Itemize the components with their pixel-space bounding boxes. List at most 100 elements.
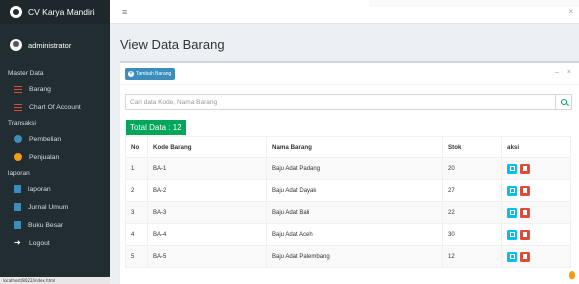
cell-nama: Baju Adat Padang	[266, 157, 443, 180]
col-header-kode: Kode Barang	[147, 136, 267, 158]
sidebar-item-barang[interactable]: Barang	[0, 80, 110, 98]
trash-icon	[523, 188, 527, 193]
delete-button[interactable]	[520, 251, 530, 262]
remove-icon[interactable]: ×	[567, 69, 571, 76]
sidebar-item-label: Jurnal Umum	[28, 203, 69, 211]
table-row: 3 BA-3 Baju Adat Bali 22	[125, 201, 571, 224]
file-icon	[14, 203, 21, 211]
cell-nama: Baju Adat Aceh	[266, 223, 443, 246]
cell-stok: 20	[442, 157, 502, 180]
trash-icon	[523, 254, 527, 259]
col-header-nama: Nama Barang	[266, 136, 443, 158]
col-header-aksi: aksi	[501, 136, 571, 158]
trash-icon	[523, 210, 527, 215]
status-url: localhost/8022/index.html	[0, 277, 110, 284]
table-header-row: No Kode Barang Nama Barang Stok aksi	[125, 136, 571, 158]
fire-icon	[569, 271, 575, 279]
data-box: + Tambah Barang – × Total Data : 12 No K…	[120, 61, 579, 284]
sidebar-item-label: Pembelian	[29, 135, 62, 143]
cell-stok: 12	[442, 245, 502, 268]
box-header: + Tambah Barang – ×	[120, 63, 579, 85]
sidebar-item-label: Chart Of Account	[29, 103, 81, 111]
cell-stok: 30	[442, 223, 502, 246]
plus-icon: +	[128, 71, 134, 77]
cell-kode: BA-1	[147, 157, 267, 180]
edit-icon	[509, 232, 515, 237]
edit-icon	[509, 166, 515, 171]
brand-logo-icon	[10, 6, 22, 18]
circle-icon	[14, 135, 22, 143]
cell-stok: 27	[442, 179, 502, 202]
cell-kode: BA-5	[147, 245, 267, 268]
cell-kode: BA-3	[147, 201, 267, 224]
edit-button[interactable]	[507, 229, 517, 240]
delete-button[interactable]	[520, 163, 530, 174]
box-tools: – ×	[555, 69, 571, 76]
cell-aksi	[501, 179, 571, 202]
edit-icon	[509, 188, 515, 193]
sidebar-item-chart-of-account[interactable]: Chart Of Account	[0, 98, 110, 116]
edit-icon	[509, 254, 515, 259]
table-row: 5 BA-5 Baju Adat Palembang 12	[125, 245, 571, 268]
cell-kode: BA-4	[147, 223, 267, 246]
edit-icon	[509, 210, 515, 215]
table-row: 2 BA-2 Baju Adat Dayak 27	[125, 179, 571, 202]
menu-toggle-icon[interactable]: ≡	[122, 7, 127, 17]
cell-nama: Baju Adat Bali	[266, 201, 443, 224]
sidebar-item-label: laporan	[28, 185, 51, 193]
section-header-laporan: laporan	[8, 169, 30, 177]
sidebar-item-logout[interactable]: ➜ Logout	[0, 234, 110, 252]
brand[interactable]: CV Karya Mandiri	[0, 0, 110, 24]
search-group	[125, 94, 572, 110]
delete-button[interactable]	[520, 229, 530, 240]
search-input[interactable]	[126, 95, 555, 109]
table-row: 4 BA-4 Baju Adat Aceh 30	[125, 223, 571, 246]
edit-button[interactable]	[507, 207, 517, 218]
edit-button[interactable]	[507, 163, 517, 174]
sidebar-item-label: Barang	[29, 85, 51, 93]
cell-aksi	[501, 157, 571, 180]
col-header-no: No	[125, 136, 148, 158]
close-icon[interactable]: ×	[568, 7, 573, 16]
grid-icon	[14, 85, 22, 93]
col-header-stok: Stok	[442, 136, 502, 158]
barang-table: No Kode Barang Nama Barang Stok aksi 1 B…	[125, 136, 571, 268]
sidebar-item-laporan[interactable]: laporan	[0, 180, 110, 198]
logout-icon: ➜	[14, 238, 21, 247]
grid-icon	[14, 103, 22, 111]
cell-nama: Baju Adat Dayak	[266, 179, 443, 202]
cell-no: 5	[125, 245, 148, 268]
collapse-icon[interactable]: –	[555, 69, 559, 76]
user-panel: administrator	[0, 24, 110, 66]
edit-button[interactable]	[507, 185, 517, 196]
delete-button[interactable]	[520, 185, 530, 196]
cell-aksi	[501, 223, 571, 246]
search-button[interactable]	[555, 95, 571, 109]
edit-button[interactable]	[507, 251, 517, 262]
user-name: administrator	[28, 40, 72, 50]
cell-no: 1	[125, 157, 148, 180]
trash-icon	[523, 166, 527, 171]
delete-button[interactable]	[520, 207, 530, 218]
file-icon	[14, 185, 21, 193]
sidebar-item-buku-besar[interactable]: Buku Besar	[0, 216, 110, 234]
sidebar-item-label: Logout	[29, 239, 50, 247]
sidebar-item-jurnal-umum[interactable]: Jurnal Umum	[0, 198, 110, 216]
section-header-master-data: Master Data	[8, 69, 44, 77]
total-data-badge: Total Data : 12	[126, 120, 186, 135]
sidebar-item-pembelian[interactable]: Pembelian	[0, 130, 110, 148]
add-barang-button[interactable]: + Tambah Barang	[125, 68, 176, 80]
sidebar-item-penjualan[interactable]: Penjualan	[0, 148, 110, 166]
top-navbar: ≡ ×	[110, 0, 579, 24]
cell-aksi	[501, 245, 571, 268]
cell-no: 4	[125, 223, 148, 246]
cell-nama: Baju Adat Palembang	[266, 245, 443, 268]
cell-aksi	[501, 201, 571, 224]
brand-name: CV Karya Mandiri	[28, 7, 95, 17]
table-row: 1 BA-1 Baju Adat Padang 20	[125, 157, 571, 180]
sidebar-item-label: Penjualan	[29, 153, 60, 161]
cell-no: 3	[125, 201, 148, 224]
search-icon	[560, 99, 567, 105]
sidebar: CV Karya Mandiri administrator Master Da…	[0, 0, 110, 284]
cell-kode: BA-2	[147, 179, 267, 202]
